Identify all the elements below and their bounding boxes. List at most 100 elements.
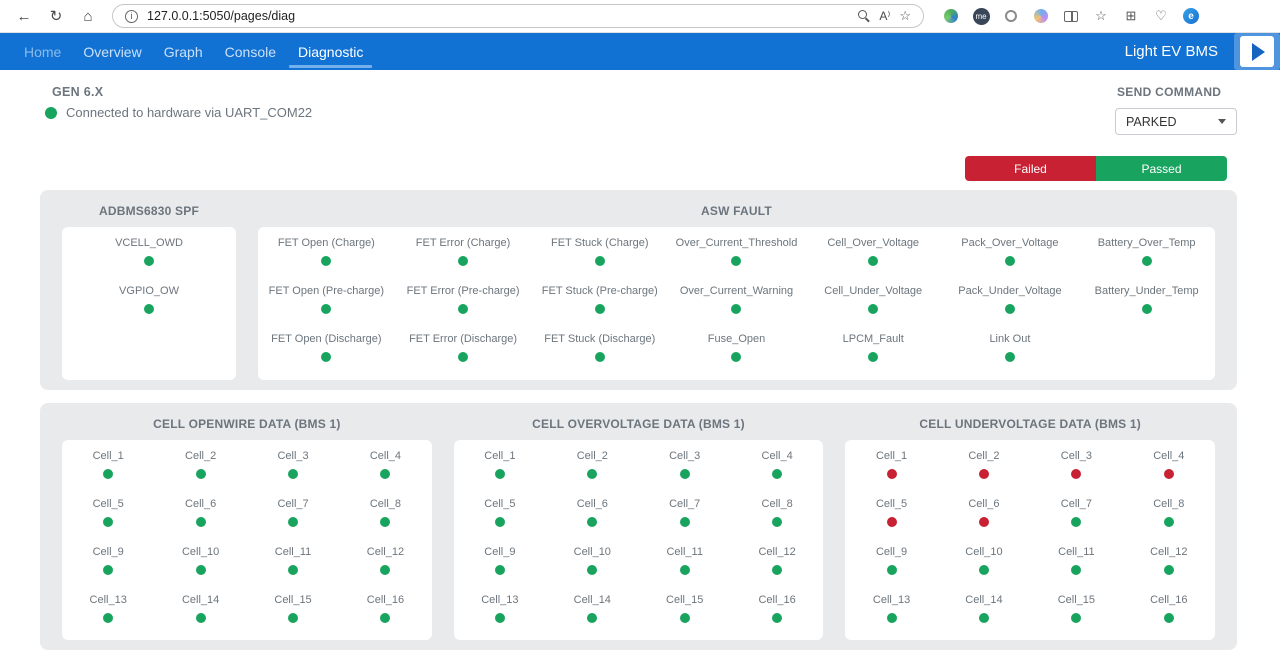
indicator-cell-2: Cell_2 xyxy=(546,450,638,498)
status-dot-passed xyxy=(587,517,597,527)
status-dot-passed xyxy=(495,613,505,623)
indicator-pack-under-voltage: Pack_Under_Voltage xyxy=(942,285,1079,333)
collections-icon[interactable]: ⊞ xyxy=(1122,7,1140,25)
status-dot-passed xyxy=(103,517,113,527)
indicator-label: FET Error (Pre-charge) xyxy=(407,285,520,297)
address-bar[interactable]: 127.0.0.1:5050/pages/diag xyxy=(112,4,924,28)
indicator-cell-11: Cell_11 xyxy=(1030,546,1122,594)
indicator-label: Cell_15 xyxy=(666,594,703,606)
connection-status-dot xyxy=(45,107,57,119)
status-dot-passed xyxy=(495,517,505,527)
read-aloud-icon[interactable] xyxy=(879,9,890,23)
browser-essentials-icon[interactable]: ♡ xyxy=(1152,7,1170,25)
indicator-label: Cell_11 xyxy=(666,546,703,558)
refresh-icon[interactable]: ↻ xyxy=(42,3,70,29)
indicator-fet-open-discharge-: FET Open (Discharge) xyxy=(258,333,395,380)
indicator-pack-over-voltage: Pack_Over_Voltage xyxy=(942,237,1079,285)
site-info-icon[interactable] xyxy=(125,10,138,23)
indicator-label: Cell_9 xyxy=(484,546,515,558)
indicator-label: Cell_7 xyxy=(669,498,700,510)
indicator-label: VCELL_OWD xyxy=(115,237,183,249)
indicator-cell-8: Cell_8 xyxy=(731,498,823,546)
indicator-label: Cell_16 xyxy=(758,594,795,606)
zoom-icon[interactable] xyxy=(858,10,870,22)
favorite-star-icon[interactable] xyxy=(899,8,911,24)
indicator-link-out: Link Out xyxy=(942,333,1079,380)
status-dot-passed xyxy=(288,565,298,575)
indicator-label: Cell_16 xyxy=(1150,594,1187,606)
indicator-cell-13: Cell_13 xyxy=(454,594,546,640)
indicator-label: Cell_14 xyxy=(574,594,611,606)
indicator-label: Over_Current_Warning xyxy=(680,285,793,297)
indicator-cell-16: Cell_16 xyxy=(1123,594,1215,640)
indicator-cell-9: Cell_9 xyxy=(62,546,154,594)
favorites-icon[interactable]: ☆ xyxy=(1092,7,1110,25)
copilot-icon[interactable] xyxy=(1032,7,1050,25)
status-dot-passed xyxy=(1164,517,1174,527)
card-surface: Cell_1Cell_2Cell_3Cell_4Cell_5Cell_6Cell… xyxy=(845,440,1215,640)
status-dot-passed xyxy=(731,304,741,314)
status-dot-passed xyxy=(868,256,878,266)
browser-chrome: ← ↻ ⌂ 127.0.0.1:5050/pages/diag me ☆ ⊞ ♡ e xyxy=(0,0,1280,33)
indicator-cell-14: Cell_14 xyxy=(938,594,1030,640)
app-brand: Light EV BMS xyxy=(1125,43,1218,60)
indicator-label: Cell_10 xyxy=(965,546,1002,558)
indicator-label: FET Open (Pre-charge) xyxy=(269,285,384,297)
status-dot-passed xyxy=(196,613,206,623)
card-surface: Cell_1Cell_2Cell_3Cell_4Cell_5Cell_6Cell… xyxy=(62,440,432,640)
status-dot-passed xyxy=(680,469,690,479)
status-dot-passed xyxy=(196,565,206,575)
status-dot-passed xyxy=(587,469,597,479)
indicator-label: Cell_16 xyxy=(367,594,404,606)
indicator-label: FET Stuck (Charge) xyxy=(551,237,649,249)
connection-status-text: Connected to hardware via UART_COM22 xyxy=(66,105,312,120)
run-button[interactable] xyxy=(1234,33,1280,70)
indicator-label: Cell_11 xyxy=(275,546,312,558)
indicator-label: Cell_3 xyxy=(277,450,308,462)
nav-item-overview[interactable]: Overview xyxy=(72,33,152,70)
edge-icon[interactable]: e xyxy=(1182,7,1200,25)
profile-avatar[interactable]: me xyxy=(972,7,990,25)
indicator-fet-stuck-charge-: FET Stuck (Charge) xyxy=(531,237,668,285)
indicator-cell-5: Cell_5 xyxy=(62,498,154,546)
indicator-label: Cell_1 xyxy=(876,450,907,462)
indicator-fet-stuck-discharge-: FET Stuck (Discharge) xyxy=(531,333,668,380)
nav-item-home[interactable]: Home xyxy=(13,33,72,70)
status-dot-passed xyxy=(595,304,605,314)
split-screen-icon[interactable] xyxy=(1062,7,1080,25)
indicator-cell-10: Cell_10 xyxy=(546,546,638,594)
play-button-surface xyxy=(1240,36,1274,67)
indicator-label: VGPIO_OW xyxy=(119,285,179,297)
status-dot-passed xyxy=(979,565,989,575)
browser-right-icons: me ☆ ⊞ ♡ e xyxy=(942,7,1200,25)
back-icon[interactable]: ← xyxy=(10,3,38,29)
card-surface: Cell_1Cell_2Cell_3Cell_4Cell_5Cell_6Cell… xyxy=(454,440,824,640)
nav-item-console[interactable]: Console xyxy=(214,33,287,70)
spf-card: ADBMS6830 SPF VCELL_OWD VGPIO_OW xyxy=(62,204,236,380)
indicator-cell-14: Cell_14 xyxy=(546,594,638,640)
nav-item-graph[interactable]: Graph xyxy=(153,33,214,70)
indicator-cell-3: Cell_3 xyxy=(247,450,339,498)
asw-fault-card: ASW FAULT FET Open (Charge)FET Error (Ch… xyxy=(258,204,1215,380)
indicator-label: Cell_7 xyxy=(1061,498,1092,510)
command-select[interactable]: PARKED xyxy=(1115,108,1237,135)
indicator-label: Cell_8 xyxy=(762,498,793,510)
indicator-label: Cell_5 xyxy=(93,498,124,510)
card-title: ADBMS6830 SPF xyxy=(62,204,236,218)
status-dot-passed xyxy=(196,517,206,527)
status-dot-failed xyxy=(1164,469,1174,479)
extension-icon-2[interactable] xyxy=(1002,7,1020,25)
indicator-cell-8: Cell_8 xyxy=(339,498,431,546)
status-dot-passed xyxy=(772,469,782,479)
home-icon[interactable]: ⌂ xyxy=(74,3,102,29)
nav-item-diagnostic[interactable]: Diagnostic xyxy=(287,33,374,70)
status-dot-passed xyxy=(1005,352,1015,362)
status-dot-passed xyxy=(772,517,782,527)
indicator-cell-10: Cell_10 xyxy=(154,546,246,594)
indicator-cell-6: Cell_6 xyxy=(154,498,246,546)
chevron-down-icon xyxy=(1218,119,1226,124)
page-title: GEN 6.X xyxy=(52,85,103,99)
indicator-cell-7: Cell_7 xyxy=(1030,498,1122,546)
extension-icon[interactable] xyxy=(942,7,960,25)
indicator-label: Cell_3 xyxy=(669,450,700,462)
